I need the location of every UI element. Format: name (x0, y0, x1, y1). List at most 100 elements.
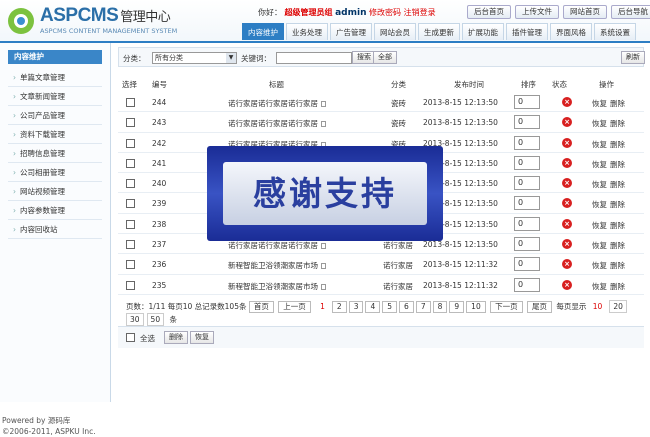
sidebar-item-downloads[interactable]: › 资料下载管理 (8, 125, 102, 144)
sidebar-item-recycle[interactable]: › 内容回收站 (8, 220, 102, 239)
bulk-actions: 全选 删除 恢复 (118, 326, 644, 348)
tab-business[interactable]: 业务处理 (286, 23, 328, 40)
row-title[interactable]: 诺行家居诺行家居诺行家居 (228, 240, 326, 251)
row-title[interactable]: 诺行家居诺行家居诺行家居 (228, 98, 326, 109)
row-checkbox[interactable] (126, 260, 135, 270)
row-checkbox[interactable] (126, 280, 135, 290)
order-input[interactable]: 0 (514, 95, 540, 109)
tab-plugins[interactable]: 插件管理 (506, 23, 548, 40)
delete-link[interactable]: 删除 (610, 179, 625, 190)
delete-link[interactable]: 删除 (610, 260, 625, 271)
tab-ads[interactable]: 广告管理 (330, 23, 372, 40)
restore-link[interactable]: 恢复 (592, 199, 607, 210)
user-greeting: 你好： 超级管理员组 admin 修改密码 注销登录 (258, 8, 436, 18)
row-checkbox[interactable] (126, 98, 135, 107)
order-input[interactable]: 0 (514, 257, 540, 272)
first-page-button[interactable]: 首页 (248, 301, 274, 313)
order-input[interactable]: 0 (514, 277, 540, 292)
page-number-link[interactable]: 2 (331, 301, 347, 313)
sidebar-item-jobs[interactable]: › 招聘信息管理 (8, 144, 102, 163)
restore-link[interactable]: 恢复 (592, 260, 607, 271)
logout-link[interactable]: 注销登录 (404, 8, 436, 17)
page-number-link[interactable]: 1 (315, 301, 330, 313)
admin-home-button[interactable]: 后台首页 (467, 5, 511, 19)
delete-link[interactable]: 删除 (610, 139, 625, 150)
tab-settings[interactable]: 系统设置 (594, 23, 636, 40)
bulk-delete-button[interactable]: 删除 (164, 331, 188, 344)
restore-link[interactable]: 恢复 (592, 139, 607, 150)
sidebar-item-albums[interactable]: › 公司相册管理 (8, 163, 102, 182)
all-button[interactable]: 全部 (373, 51, 397, 64)
page-number-link[interactable]: 6 (399, 301, 414, 313)
restore-link[interactable]: 恢复 (592, 281, 607, 292)
sidebar-item-news[interactable]: › 文章新闻管理 (8, 87, 102, 106)
order-input[interactable]: 0 (514, 196, 540, 211)
order-input[interactable]: 0 (514, 176, 540, 191)
tab-members[interactable]: 网站会员 (374, 23, 416, 40)
last-page-button[interactable]: 尾页 (527, 301, 552, 313)
delete-link[interactable]: 删除 (610, 159, 625, 170)
sidebar-item-products[interactable]: › 公司产品管理 (8, 106, 102, 125)
prev-page-button[interactable]: 上一页 (278, 301, 311, 313)
row-checkbox[interactable] (126, 240, 135, 250)
row-checkbox[interactable] (126, 158, 135, 168)
row-checkbox[interactable] (126, 199, 135, 209)
tab-styles[interactable]: 界面风格 (550, 23, 592, 40)
delete-link[interactable]: 删除 (610, 98, 625, 109)
row-checkbox[interactable] (126, 118, 135, 128)
delete-link[interactable]: 删除 (610, 281, 625, 292)
row-checkbox[interactable] (126, 219, 135, 229)
restore-link[interactable]: 恢复 (592, 179, 607, 190)
restore-link[interactable]: 恢复 (592, 98, 607, 109)
select-all-checkbox[interactable] (126, 333, 135, 342)
order-input[interactable]: 0 (514, 216, 540, 231)
page-number-link[interactable]: 3 (348, 301, 364, 313)
page-size-link[interactable]: 50 (146, 313, 165, 326)
admin-nav-button[interactable]: 后台导航 (611, 5, 650, 19)
page-number-link[interactable]: 4 (365, 301, 381, 313)
page-number-link[interactable]: 8 (432, 301, 448, 313)
delete-link[interactable]: 删除 (610, 220, 625, 231)
delete-link[interactable]: 删除 (610, 199, 625, 210)
sidebar-item-videos[interactable]: › 网站视频管理 (8, 182, 102, 201)
restore-link[interactable]: 恢复 (592, 220, 607, 231)
row-checkbox[interactable] (126, 138, 135, 148)
site-home-button[interactable]: 网站首页 (563, 5, 607, 19)
page-size-link[interactable]: 10 (588, 300, 607, 313)
row-id: 236 (152, 260, 167, 270)
arrow-right-icon: › (13, 111, 16, 120)
tab-extensions[interactable]: 扩展功能 (462, 23, 504, 40)
row-title[interactable]: 新程智能卫浴领潮家居市场 (228, 260, 326, 271)
order-input[interactable]: 0 (514, 155, 540, 170)
row-title[interactable]: 诺行家居诺行家居诺行家居 (228, 118, 326, 129)
category-select[interactable]: 所有分类 ▼ (152, 52, 237, 64)
tab-content[interactable]: 内容维护 (242, 23, 284, 40)
next-page-button[interactable]: 下一页 (490, 301, 523, 313)
sidebar-item-single-article[interactable]: › 单篇文章管理 (8, 68, 102, 87)
delete-link[interactable]: 删除 (610, 240, 625, 251)
restore-link[interactable]: 恢复 (592, 159, 607, 170)
restore-link[interactable]: 恢复 (592, 240, 607, 251)
bulk-restore-button[interactable]: 恢复 (190, 331, 214, 344)
page-size-link[interactable]: 20 (609, 300, 627, 313)
tab-generate[interactable]: 生成更新 (418, 23, 460, 40)
change-password-link[interactable]: 修改密码 (369, 8, 401, 17)
restore-link[interactable]: 恢复 (592, 118, 607, 129)
delete-link[interactable]: 删除 (610, 118, 625, 129)
table-row: 244 诺行家居诺行家居诺行家居 瓷砖 2013-8-15 12:13:50 0 × 恢复删… (118, 92, 644, 113)
sidebar-item-params[interactable]: › 内容参数管理 (8, 201, 102, 220)
row-title[interactable]: 新程智能卫浴领潮家居市场 (228, 281, 326, 292)
page-number-link[interactable]: 7 (415, 301, 431, 313)
keyword-input[interactable] (276, 52, 352, 64)
page-number-link[interactable]: 9 (449, 301, 465, 313)
page-number-link[interactable]: 5 (382, 301, 398, 313)
order-input[interactable]: 0 (514, 135, 540, 150)
order-input[interactable]: 0 (514, 115, 540, 130)
order-input[interactable]: 0 (514, 237, 540, 252)
upload-file-button[interactable]: 上传文件 (515, 5, 559, 19)
page-size-link[interactable]: 30 (126, 313, 144, 326)
row-checkbox[interactable] (126, 179, 135, 189)
user-group: 超级管理员组 (284, 8, 333, 17)
page-number-link[interactable]: 10 (466, 301, 486, 313)
refresh-button[interactable]: 刷新 (621, 51, 645, 64)
